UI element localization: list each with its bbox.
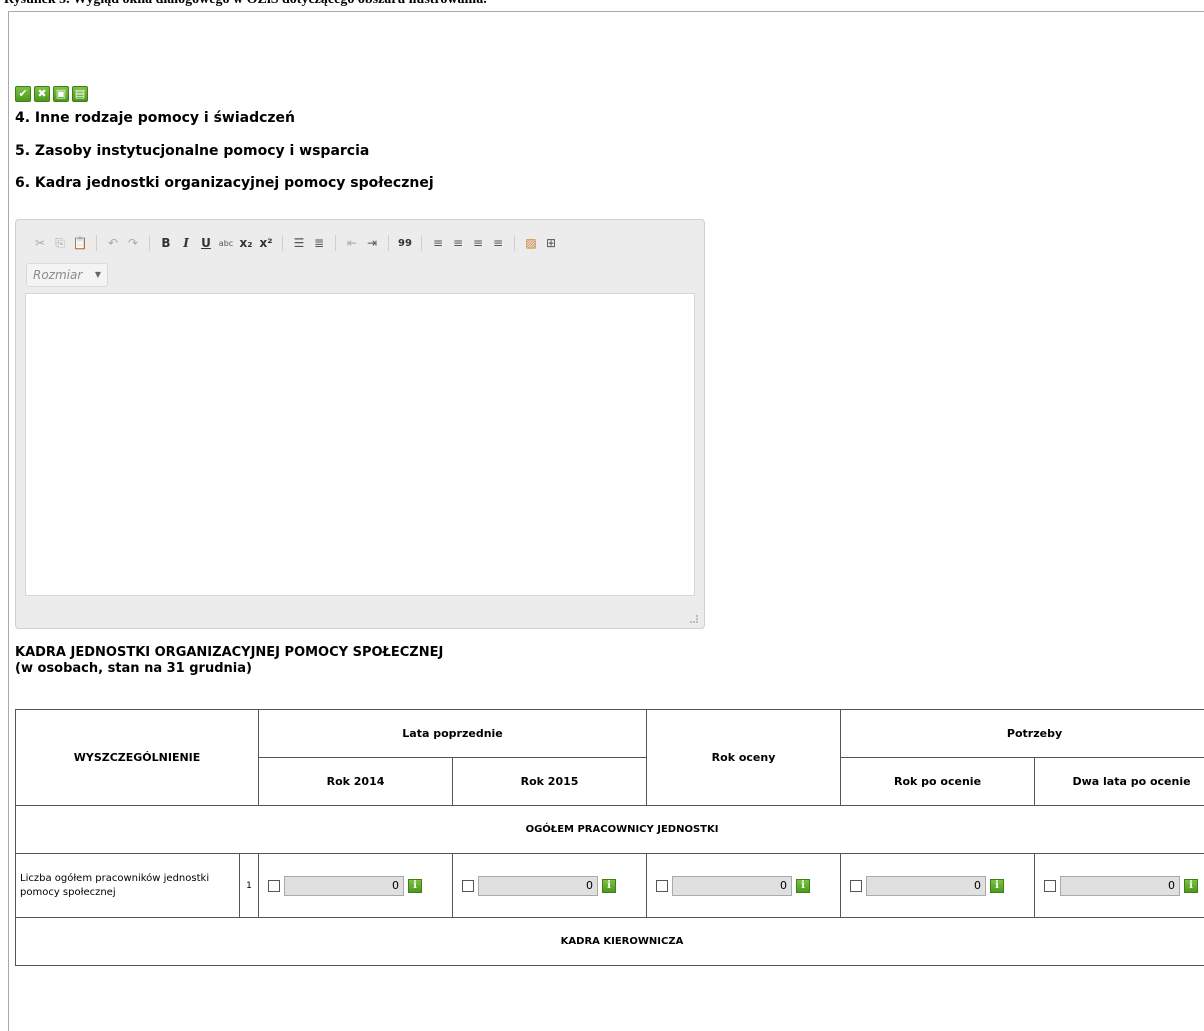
toolbar-separator xyxy=(149,235,150,251)
checkbox[interactable] xyxy=(850,880,862,892)
staff-table: WYSZCZEGÓLNIENIE Lata poprzednie Rok oce… xyxy=(15,709,1204,966)
rich-text-editor: ✂ ⎘ 📋 ↶ ↷ B I U abc x₂ x² ☰ ≣ ⇤ ⇥ 99 ≡ ≡… xyxy=(15,219,705,629)
value-input-year-after[interactable]: 0 xyxy=(866,876,986,896)
undo-icon[interactable]: ↶ xyxy=(103,233,123,253)
superscript-button[interactable]: x² xyxy=(256,233,276,253)
column-header-description: WYSZCZEGÓLNIENIE xyxy=(16,710,259,806)
cut-icon[interactable]: ✂ xyxy=(30,233,50,253)
blockquote-button[interactable]: 99 xyxy=(395,233,415,253)
copy-icon[interactable]: ⎘ xyxy=(50,233,70,253)
table-title-line1: KADRA JEDNOSTKI ORGANIZACYJNEJ POMOCY SP… xyxy=(15,645,443,661)
info-icon[interactable]: i xyxy=(796,879,810,893)
info-icon[interactable]: i xyxy=(602,879,616,893)
value-cell-2015: 0 i xyxy=(453,854,647,918)
outdent-icon[interactable]: ⇤ xyxy=(342,233,362,253)
align-center-icon[interactable]: ≡ xyxy=(448,233,468,253)
section-heading-5[interactable]: 5. Zasoby instytucjonalne pomocy i wspar… xyxy=(15,142,369,160)
toolbar-separator xyxy=(388,235,389,251)
section-row-management: KADRA KIEROWNICZA xyxy=(16,918,1204,966)
table-row: Liczba ogółem pracowników jednostki pomo… xyxy=(16,854,1204,918)
column-header-two-years-after: Dwa lata po ocenie xyxy=(1035,758,1204,806)
column-header-2015: Rok 2015 xyxy=(453,758,647,806)
toolbar-separator xyxy=(282,235,283,251)
value-input-2014[interactable]: 0 xyxy=(284,876,404,896)
value-input-assessment-year[interactable]: 0 xyxy=(672,876,792,896)
group-header-previous-years: Lata poprzednie xyxy=(259,710,647,758)
bold-button[interactable]: B xyxy=(156,233,176,253)
figure-caption: Rysunek 5. Wygląd okna dialogowego w OZi… xyxy=(0,0,1204,9)
align-right-icon[interactable]: ≡ xyxy=(468,233,488,253)
value-input-two-years-after[interactable]: 0 xyxy=(1060,876,1180,896)
strikethrough-button[interactable]: abc xyxy=(216,233,236,253)
align-left-icon[interactable]: ≡ xyxy=(428,233,448,253)
checkbox[interactable] xyxy=(268,880,280,892)
align-justify-icon[interactable]: ≡ xyxy=(488,233,508,253)
section-row-total-staff: OGÓŁEM PRACOWNICY JEDNOSTKI xyxy=(16,806,1204,854)
subscript-button[interactable]: x₂ xyxy=(236,233,256,253)
editor-text-area[interactable] xyxy=(25,293,695,596)
toolbar-separator xyxy=(96,235,97,251)
editor-toolbar: ✂ ⎘ 📋 ↶ ↷ B I U abc x₂ x² ☰ ≣ ⇤ ⇥ 99 ≡ ≡… xyxy=(30,233,561,253)
group-header-needs: Potrzeby xyxy=(841,710,1204,758)
numbered-list-icon[interactable]: ☰ xyxy=(289,233,309,253)
font-size-placeholder: Rozmiar xyxy=(33,268,82,282)
value-cell-2014: 0 i xyxy=(259,854,453,918)
print-icon[interactable]: ▤ xyxy=(72,86,88,102)
checkbox[interactable] xyxy=(1044,880,1056,892)
section-heading-4[interactable]: 4. Inne rodzaje pomocy i świadczeń xyxy=(15,109,295,127)
table-title-line2: (w osobach, stan na 31 grudnia) xyxy=(15,661,443,677)
column-header-assessment-year: Rok oceny xyxy=(647,710,841,806)
value-cell-two-years-after: 0 i xyxy=(1035,854,1204,918)
info-icon[interactable]: i xyxy=(408,879,422,893)
toolbar-separator xyxy=(335,235,336,251)
column-header-2014: Rok 2014 xyxy=(259,758,453,806)
resize-handle-icon[interactable] xyxy=(690,615,698,623)
accept-icon[interactable]: ✔ xyxy=(15,86,31,102)
underline-button[interactable]: U xyxy=(196,233,216,253)
value-cell-assessment-year: 0 i xyxy=(647,854,841,918)
font-size-select[interactable]: Rozmiar ▼ xyxy=(26,263,108,287)
paste-icon[interactable]: 📋 xyxy=(70,233,90,253)
toolbar-separator xyxy=(514,235,515,251)
value-cell-year-after: 0 i xyxy=(841,854,1035,918)
chevron-down-icon: ▼ xyxy=(95,264,101,286)
info-icon[interactable]: i xyxy=(1184,879,1198,893)
cancel-icon[interactable]: ✖ xyxy=(34,86,50,102)
column-header-year-after: Rok po ocenie xyxy=(841,758,1035,806)
bulleted-list-icon[interactable]: ≣ xyxy=(309,233,329,253)
save-icon[interactable]: ▣ xyxy=(53,86,69,102)
toolbar-separator xyxy=(421,235,422,251)
italic-button[interactable]: I xyxy=(176,233,196,253)
checkbox[interactable] xyxy=(656,880,668,892)
row-number: 1 xyxy=(240,854,259,918)
section-heading-6[interactable]: 6. Kadra jednostki organizacyjnej pomocy… xyxy=(15,174,434,192)
value-input-2015[interactable]: 0 xyxy=(478,876,598,896)
checkbox[interactable] xyxy=(462,880,474,892)
row-label: Liczba ogółem pracowników jednostki pomo… xyxy=(16,854,240,918)
table-icon[interactable]: ⊞ xyxy=(541,233,561,253)
table-title: KADRA JEDNOSTKI ORGANIZACYJNEJ POMOCY SP… xyxy=(15,645,443,677)
indent-icon[interactable]: ⇥ xyxy=(362,233,382,253)
redo-icon[interactable]: ↷ xyxy=(123,233,143,253)
action-toolbar: ✔ ✖ ▣ ▤ xyxy=(15,86,88,102)
info-icon[interactable]: i xyxy=(990,879,1004,893)
image-icon[interactable]: ▨ xyxy=(521,233,541,253)
